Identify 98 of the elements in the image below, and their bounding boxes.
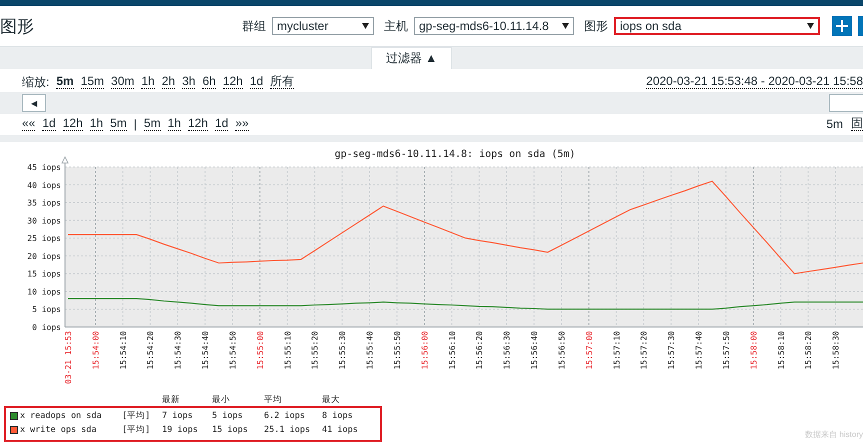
axis-label: 40 iops (27, 180, 61, 190)
chart-title: gp-seg-mds6-10.11.14.8: iops on sda (5m) (334, 149, 576, 160)
toolbar-button[interactable] (858, 16, 863, 36)
nav-link[interactable]: 12h (188, 117, 208, 131)
filter-label: 主机 (384, 18, 408, 34)
axis-label: 15:55:50 (392, 331, 402, 370)
nav-link[interactable]: 1d (42, 117, 56, 131)
legend-value: 25.1 iops (264, 425, 312, 435)
legend-value: 19 iops (162, 425, 199, 435)
fixed-link[interactable]: 固 (851, 117, 863, 131)
nav-link[interactable]: »» (235, 117, 249, 131)
axis-label: 15:54:30 (174, 331, 183, 370)
filter-tab[interactable]: 过滤器 ▲ (370, 47, 452, 69)
nav-link[interactable]: «« (22, 117, 36, 131)
select-field[interactable]: gp-seg-mds6-10.11.14.8 (414, 17, 574, 35)
axis-label: 15:54:50 (228, 331, 238, 370)
axis-label: 0 iops (32, 323, 61, 332)
axis-label: 25 iops (27, 234, 61, 244)
axis-label: 15:55:00 (256, 331, 265, 370)
zoom-link[interactable]: 6h (202, 75, 216, 89)
legend-value: [平均] (122, 410, 152, 422)
axis-label: 45 iops (27, 163, 61, 172)
legend-value: 5 iops (212, 411, 244, 421)
zoom-link[interactable]: 2h (162, 75, 176, 89)
column-header: 最小 (212, 394, 231, 406)
axis-label: 5 iops (32, 305, 61, 314)
nav-link[interactable]: 1h (90, 117, 104, 131)
axis-label: 15:56:30 (502, 331, 512, 370)
axis-label: 15:58:00 (749, 331, 758, 370)
zoom-label: 缩放: (22, 74, 50, 90)
filter-label: 图形 (584, 18, 608, 34)
axis-label: 15:55:30 (338, 331, 348, 370)
legend-value: 6.2 iops (264, 411, 306, 421)
zoom-link[interactable]: 1d (250, 75, 264, 89)
separator: | (134, 117, 137, 131)
axis-label: 15:56:00 (420, 331, 430, 370)
axis-label: 20 iops (27, 252, 61, 261)
zoom-link[interactable]: 3h (182, 75, 196, 89)
axis-label: 15:54:20 (146, 331, 156, 370)
add-button[interactable] (832, 16, 852, 36)
nav-link[interactable]: 1d (214, 117, 228, 131)
axis-label: 15:58:10 (776, 331, 786, 370)
axis-label: 15:56:20 (475, 331, 484, 370)
axis-label: 15:57:30 (667, 331, 676, 370)
axis-label: 15:56:40 (530, 331, 540, 370)
legend-value: 15 iops (212, 425, 249, 435)
axis-label: 15:58:30 (832, 331, 841, 370)
axis-label: 15:57:00 (584, 331, 594, 370)
column-header: 最大 (322, 394, 341, 406)
nav-link[interactable]: 1h (168, 117, 181, 131)
legend-prefix: x (20, 411, 26, 421)
axis-label: 35 iops (27, 198, 61, 208)
caret-icon (362, 21, 369, 31)
zoom-link[interactable]: 15m (80, 75, 104, 89)
axis-label: 15:57:40 (694, 331, 704, 370)
axis-label: 15:54:10 (118, 331, 128, 370)
zoom-link[interactable]: 12h (222, 75, 243, 89)
axis-label: 10 iops (27, 287, 61, 296)
axis-label: 15:56:50 (557, 331, 566, 370)
axis-label: 15:55:40 (366, 331, 375, 370)
nav-link[interactable]: 12h (62, 117, 83, 131)
scroll-left-button[interactable]: ◀ (22, 94, 46, 112)
caret-icon (562, 21, 569, 31)
column-header: 最新 (162, 394, 181, 406)
page-title: 图形 (0, 16, 34, 38)
zoom-link[interactable]: 所有 (270, 75, 294, 89)
period-label: 5m (826, 117, 843, 131)
zoom-link[interactable]: 5m (56, 75, 74, 89)
axis-label: 15:56:10 (448, 331, 457, 370)
column-header: 平均 (264, 394, 283, 406)
nav-link[interactable]: 5m (110, 117, 127, 131)
legend-value: [平均] (122, 424, 152, 436)
axis-label: 15:55:20 (310, 331, 320, 370)
axis-label: 15:54:40 (201, 331, 210, 370)
nav-link[interactable]: 5m (144, 117, 161, 131)
axis-label: 03-21 15:53 (64, 331, 73, 384)
filter-label: 群组 (242, 18, 266, 34)
legend-value: 7 iops (162, 411, 194, 421)
legend-value: 8 iops (322, 411, 354, 421)
axis-label: 30 iops (27, 216, 61, 226)
series-name: readops on sda (30, 411, 103, 421)
axis-label: 15:58:20 (804, 331, 814, 370)
axis-label: 15:57:20 (640, 331, 649, 370)
caret-icon (807, 21, 814, 31)
legend-value: 41 iops (322, 425, 359, 435)
legend-prefix: x (20, 425, 26, 435)
select-field[interactable]: iops on sda (614, 17, 820, 35)
zoom-link[interactable]: 30m (111, 75, 134, 89)
select-field[interactable]: mycluster (272, 17, 374, 35)
axis-label: 15 iops (27, 270, 61, 279)
axis-label: 15:57:50 (722, 331, 731, 370)
series-name: write ops sda (30, 425, 98, 435)
zoom-link[interactable]: 1h (141, 75, 155, 89)
axis-label: 15:57:10 (612, 331, 622, 370)
zoom-slider-control[interactable] (829, 94, 863, 112)
axis-label: 15:55:10 (283, 331, 292, 370)
axis-label: 15:54:00 (91, 331, 100, 370)
time-range[interactable]: 2020-03-21 15:53:48 - 2020-03-21 15:58 (646, 75, 863, 89)
